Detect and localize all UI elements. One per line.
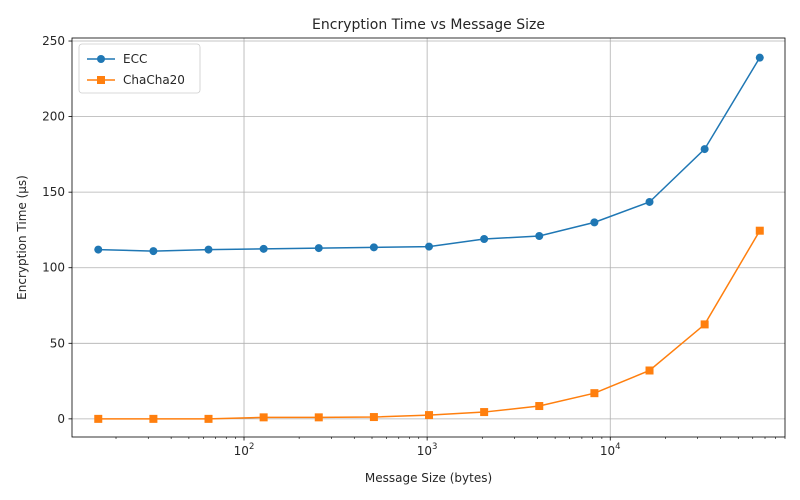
x-tick-base: 10 xyxy=(234,444,249,458)
x-tick-exponent: 3 xyxy=(432,442,437,452)
series-line-chacha20 xyxy=(98,230,761,420)
data-point xyxy=(149,247,158,256)
chart-title: Encryption Time vs Message Size xyxy=(312,17,545,33)
y-tick-label: 150 xyxy=(42,185,65,199)
data-point xyxy=(755,226,764,235)
grid xyxy=(72,38,785,437)
x-tick-exponent: 4 xyxy=(615,442,620,452)
y-tick-label: 200 xyxy=(42,110,65,124)
data-point xyxy=(204,245,213,254)
data-point xyxy=(425,242,434,251)
data-point xyxy=(149,414,158,423)
y-tick-label: 0 xyxy=(57,412,65,426)
plot-frame xyxy=(71,37,786,438)
y-axis-label: Encryption Time (µs) xyxy=(15,175,29,300)
data-point xyxy=(700,145,709,154)
x-tick-label: 103 xyxy=(417,442,438,458)
series-layer xyxy=(94,53,764,423)
legend: ECC ChaCha20 xyxy=(78,43,201,94)
data-point xyxy=(535,402,544,411)
x-tick-label: 102 xyxy=(234,442,255,458)
data-point xyxy=(259,413,268,422)
x-tick-base: 10 xyxy=(600,444,615,458)
x-tick-base: 10 xyxy=(417,444,432,458)
x-tick-label: 104 xyxy=(600,442,621,458)
data-point xyxy=(314,244,323,253)
data-point xyxy=(590,218,599,227)
legend-label: ChaCha20 xyxy=(123,73,185,87)
x-axis: 102 103 104 xyxy=(115,437,786,458)
data-point xyxy=(645,366,654,375)
legend-marker xyxy=(97,76,105,84)
data-point xyxy=(369,243,378,252)
legend-marker xyxy=(97,55,105,63)
data-point xyxy=(480,235,489,244)
data-point xyxy=(369,413,378,422)
data-point xyxy=(314,413,323,422)
legend-label: ECC xyxy=(123,52,147,66)
data-point xyxy=(204,414,213,423)
data-point xyxy=(480,408,489,417)
y-tick-label: 50 xyxy=(50,336,65,350)
data-point xyxy=(94,245,103,254)
x-tick-exponent: 2 xyxy=(249,442,254,452)
y-tick-label: 100 xyxy=(42,261,65,275)
data-point xyxy=(700,320,709,329)
data-point xyxy=(94,414,103,423)
data-point xyxy=(535,231,544,240)
y-axis: 0 50 100 150 200 250 xyxy=(42,34,72,426)
chart: 102 103 104 050100150200250 Encryption Tim… xyxy=(15,17,786,485)
data-point xyxy=(755,53,764,62)
data-point xyxy=(425,411,434,420)
data-point xyxy=(645,197,654,206)
x-axis-label: Message Size (bytes) xyxy=(365,471,492,485)
data-point xyxy=(259,244,268,253)
y-tick-label: 250 xyxy=(42,34,65,48)
data-point xyxy=(590,389,599,398)
